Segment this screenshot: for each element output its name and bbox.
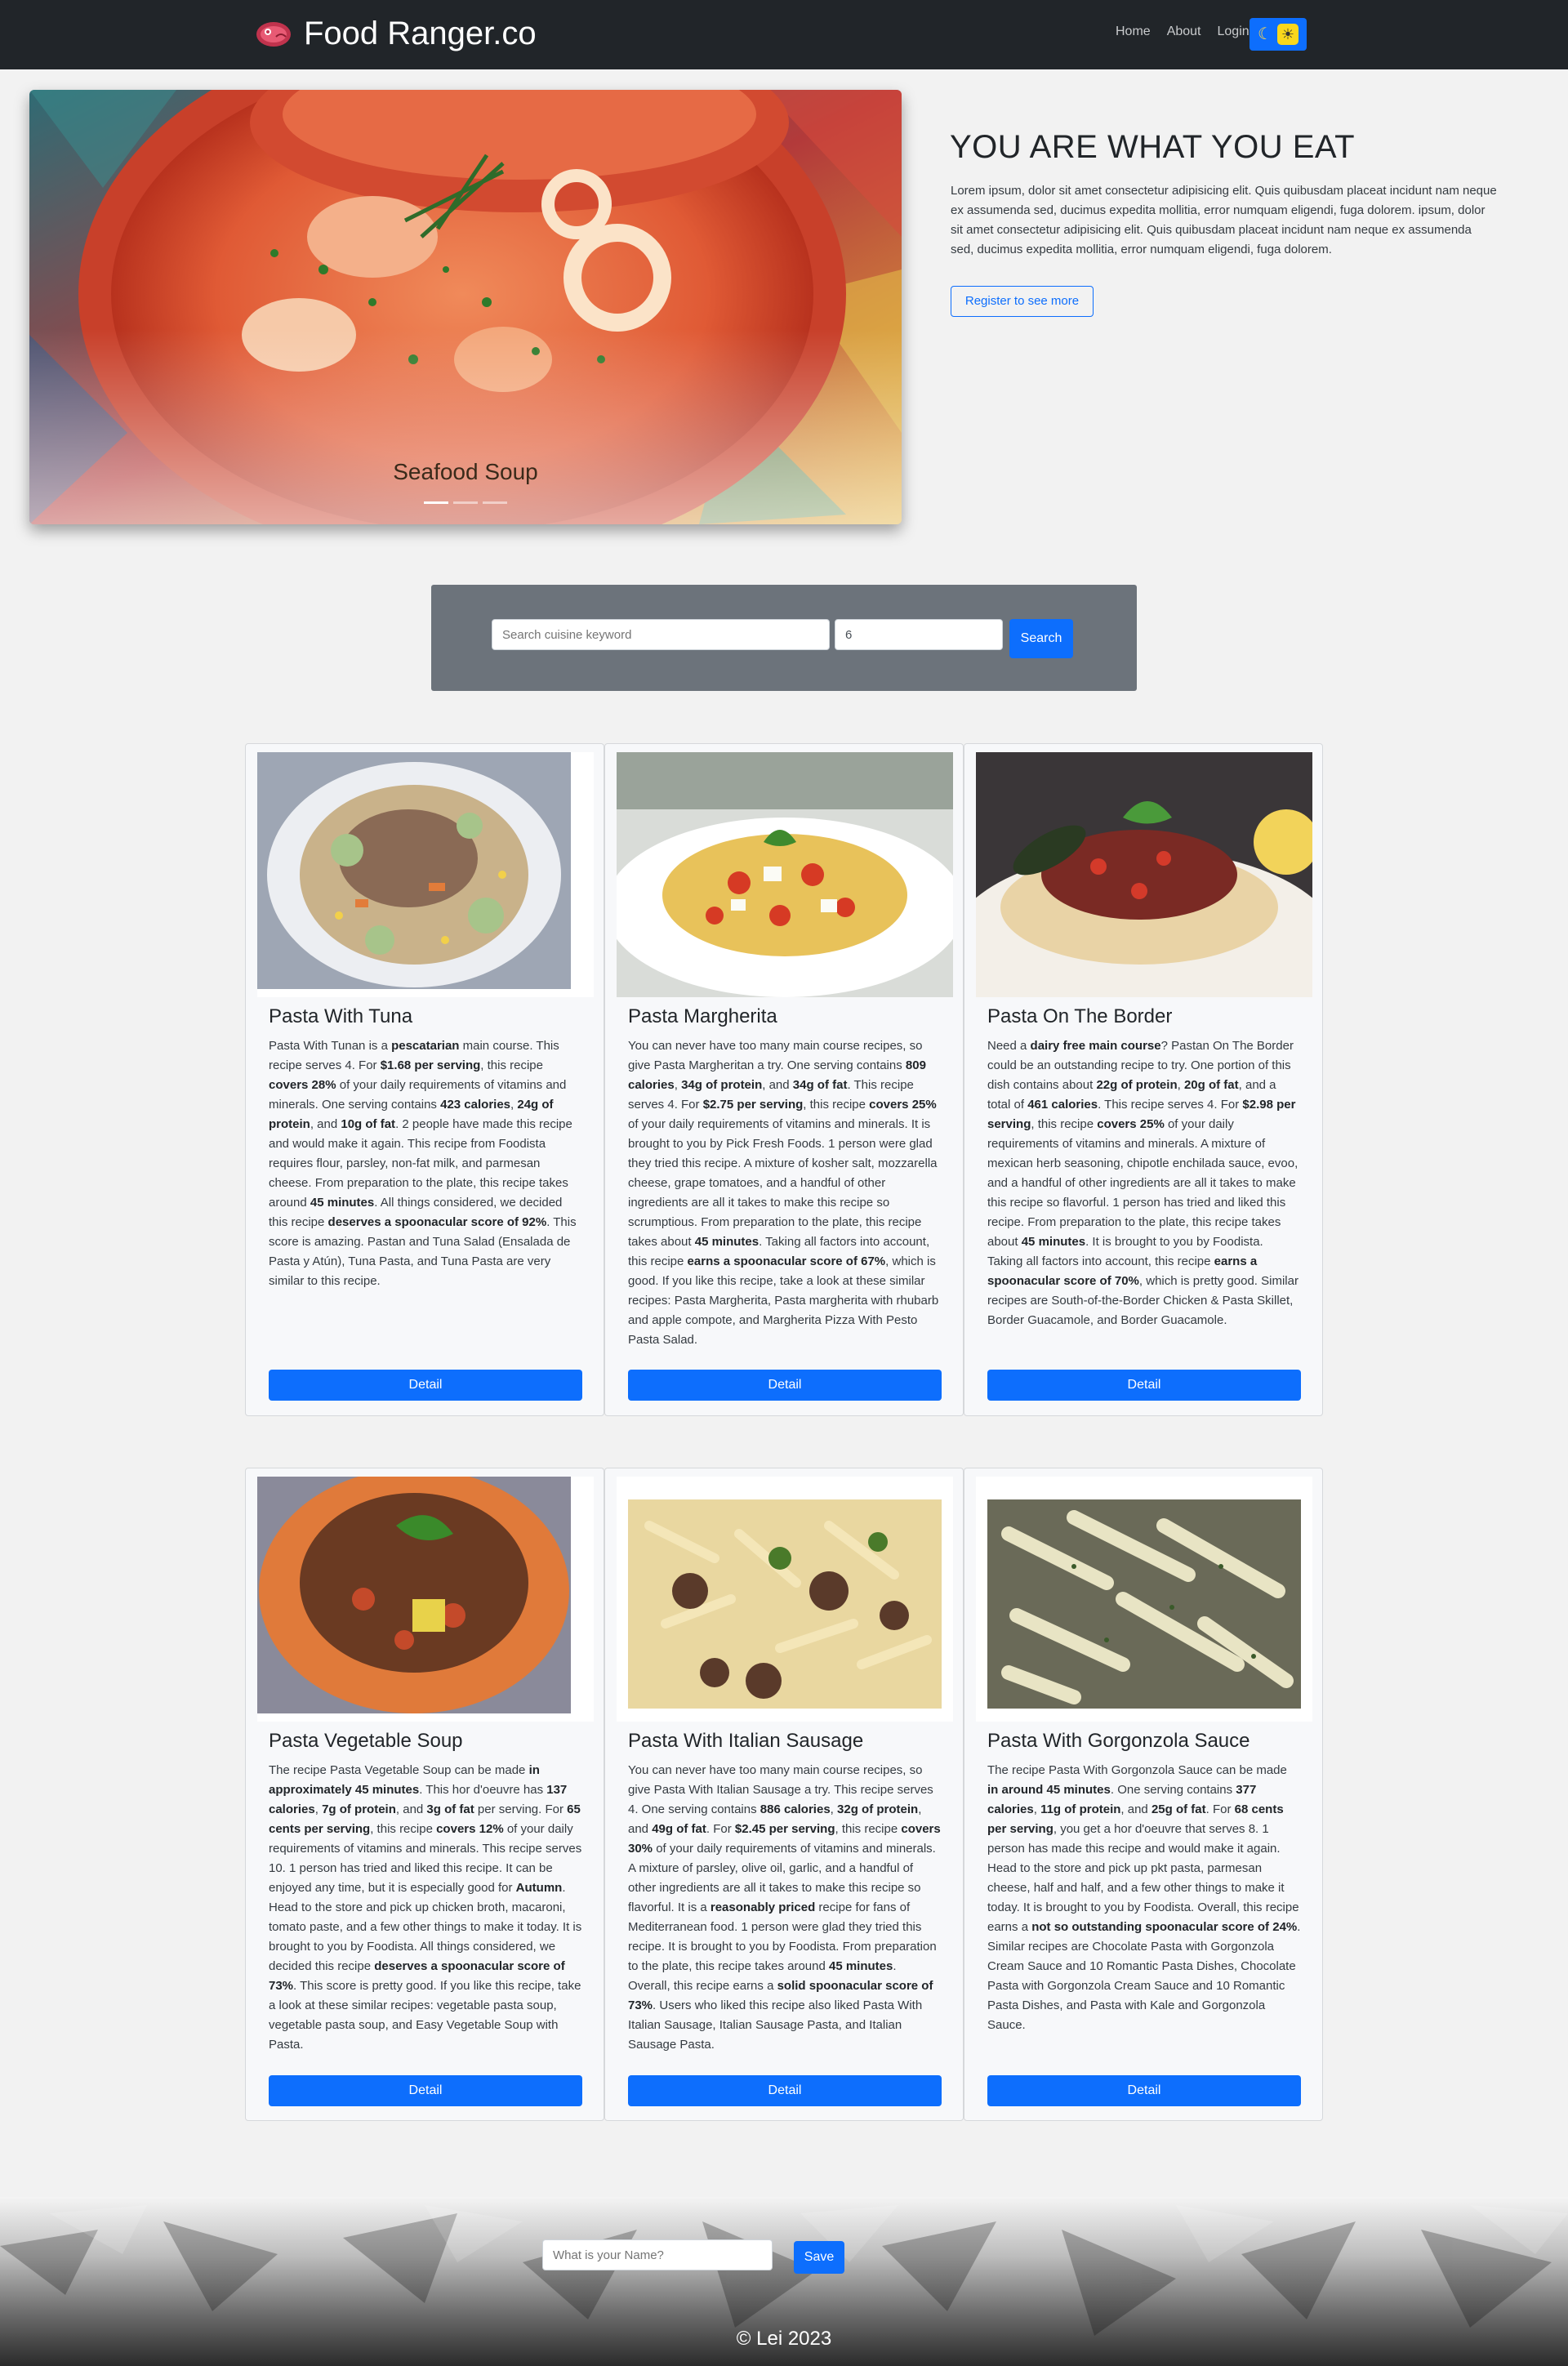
steak-logo-icon: [256, 22, 291, 47]
recipe-image: [976, 752, 1312, 997]
recipe-card: Pasta On The Border Need a dairy free ma…: [964, 743, 1323, 1416]
carousel-indicator-2[interactable]: [453, 501, 478, 504]
recipe-description: You can never have too many main course …: [628, 1763, 941, 2052]
recipe-image: [617, 752, 953, 997]
detail-button[interactable]: Detail: [987, 2075, 1301, 2106]
hero-carousel[interactable]: Seafood Soup: [29, 90, 902, 524]
nav-link-login[interactable]: Login: [1218, 25, 1250, 39]
search-input[interactable]: [492, 619, 830, 650]
theme-toggle-button[interactable]: ☾ ☀: [1250, 18, 1307, 51]
recipe-image: [257, 1477, 594, 1722]
moon-icon: ☾: [1258, 25, 1272, 43]
recipe-description: The recipe Pasta Vegetable Soup can be m…: [269, 1763, 582, 2052]
copyright-text: © Lei 2023: [736, 2328, 832, 2350]
recipe-description: You can never have too many main course …: [628, 1039, 939, 1347]
search-button[interactable]: Search: [1009, 619, 1073, 658]
recipe-image: [257, 752, 594, 997]
recipe-title: Pasta With Tuna: [269, 1005, 413, 1027]
recipe-card: Pasta Margherita You can never have too …: [604, 743, 964, 1416]
detail-button[interactable]: Detail: [269, 1370, 582, 1401]
nav-link-about[interactable]: About: [1167, 25, 1201, 39]
nav-link-home[interactable]: Home: [1116, 25, 1151, 39]
recipe-image: [976, 1477, 1312, 1722]
recipe-title: Pasta With Italian Sausage: [628, 1730, 864, 1752]
detail-button[interactable]: Detail: [269, 2075, 582, 2106]
brand-name: Food Ranger.co: [304, 15, 537, 51]
recipe-title: Pasta On The Border: [987, 1005, 1173, 1027]
recipe-title: Pasta Margherita: [628, 1005, 777, 1027]
recipe-card: Pasta With Gorgonzola Sauce The recipe P…: [964, 1468, 1323, 2121]
register-button[interactable]: Register to see more: [951, 286, 1094, 317]
brand[interactable]: Food Ranger.co: [255, 11, 537, 56]
recipe-card: Pasta With Italian Sausage You can never…: [604, 1468, 964, 2121]
carousel-indicator-3[interactable]: [483, 501, 507, 504]
navbar: Food Ranger.co Home About Login ☾ ☀: [0, 0, 1568, 69]
recipe-title: Pasta Vegetable Soup: [269, 1730, 463, 1752]
carousel-caption: Seafood Soup: [393, 459, 538, 484]
recipe-card: Pasta With Tuna Pasta With Tunan is a pe…: [245, 743, 604, 1416]
carousel-indicators: [29, 501, 902, 504]
recipe-image: [617, 1477, 953, 1722]
recipe-description: The recipe Pasta With Gorgonzola Sauce c…: [987, 1763, 1301, 2032]
recipe-description: Need a dairy free main course? Pastan On…: [987, 1039, 1298, 1327]
nav-links: Home About Login: [1116, 25, 1266, 39]
hero-text: Lorem ipsum, dolor sit amet consectetur …: [951, 184, 1497, 256]
hero-title: YOU ARE WHAT YOU EAT: [950, 129, 1356, 165]
detail-button[interactable]: Detail: [628, 2075, 942, 2106]
detail-button[interactable]: Detail: [987, 1370, 1301, 1401]
save-button[interactable]: Save: [794, 2241, 844, 2274]
result-count-input[interactable]: [835, 619, 1003, 650]
carousel-indicator-1[interactable]: [424, 501, 448, 504]
name-input[interactable]: [542, 2239, 773, 2270]
search-panel: Search: [431, 585, 1137, 691]
recipe-card: Pasta Vegetable Soup The recipe Pasta Ve…: [245, 1468, 604, 2121]
recipe-description: Pasta With Tunan is a pescatarian main c…: [269, 1039, 577, 1288]
detail-button[interactable]: Detail: [628, 1370, 942, 1401]
sun-icon: ☀: [1276, 24, 1298, 45]
recipe-title: Pasta With Gorgonzola Sauce: [987, 1730, 1250, 1752]
